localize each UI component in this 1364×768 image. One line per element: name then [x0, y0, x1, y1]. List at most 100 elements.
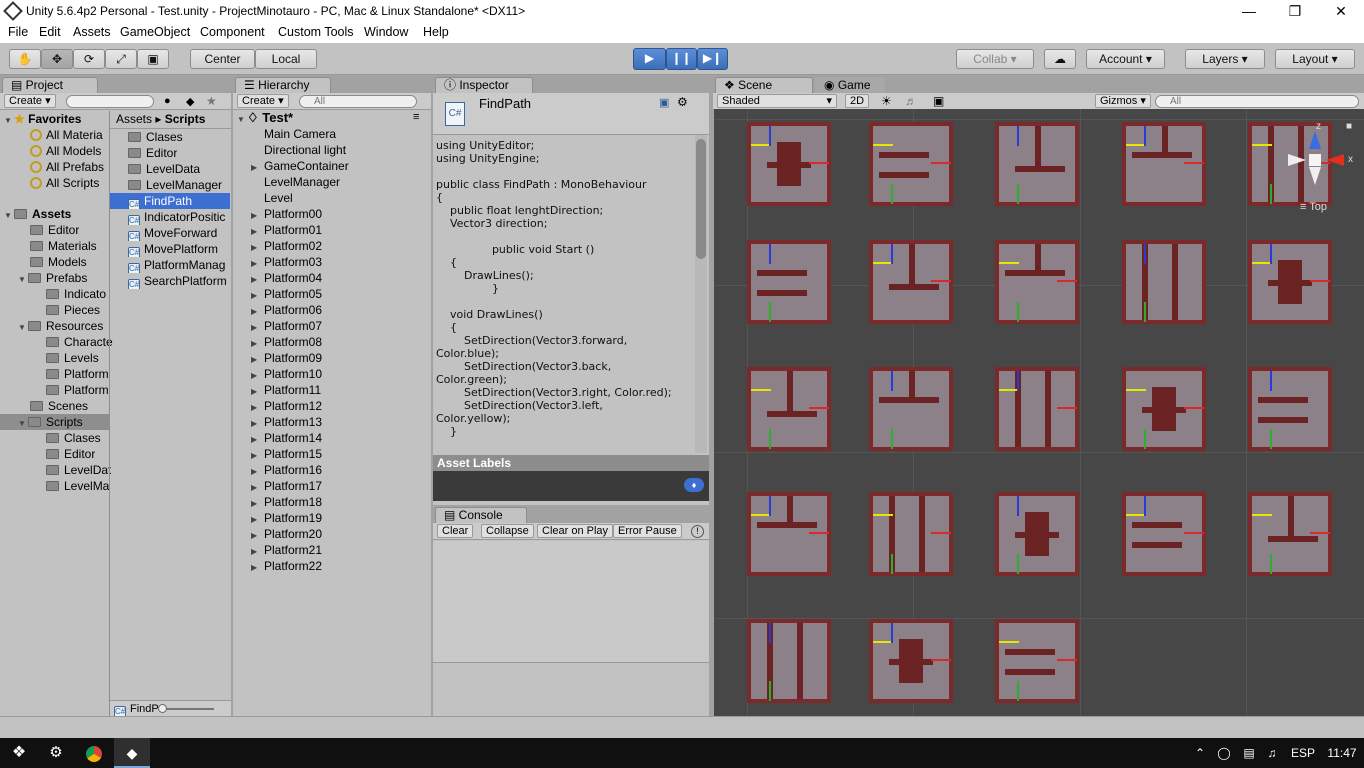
- breadcrumb-scripts[interactable]: Scripts: [165, 112, 206, 126]
- menu-assets[interactable]: Assets: [73, 25, 111, 39]
- expand-arrow-icon[interactable]: ▶: [251, 400, 264, 414]
- file-item[interactable]: C# MoveForward: [128, 225, 231, 241]
- menu-custom-tools[interactable]: Custom Tools: [278, 25, 354, 39]
- minimize-button[interactable]: —: [1226, 0, 1272, 23]
- tree-folder[interactable]: Scenes: [30, 398, 88, 414]
- hierarchy-item[interactable]: ▶ Platform21: [251, 542, 322, 558]
- code-scrollbar-thumb[interactable]: [696, 139, 706, 259]
- tree-folder[interactable]: Platform: [46, 382, 109, 398]
- step-button[interactable]: ▶❙: [697, 48, 728, 70]
- hierarchy-item[interactable]: ▶ Platform01: [251, 222, 322, 238]
- filter-label-icon[interactable]: ◆: [186, 95, 194, 108]
- hierarchy-item[interactable]: ▶ Platform05: [251, 286, 322, 302]
- expand-arrow-icon[interactable]: ▶: [251, 464, 264, 478]
- file-item[interactable]: C# IndicatorPositic: [128, 209, 231, 225]
- favorite-item[interactable]: All Scripts: [30, 175, 99, 191]
- tree-folder[interactable]: Materials: [30, 238, 97, 254]
- breadcrumb-assets[interactable]: Assets: [116, 112, 152, 126]
- axis-neg-z-cone[interactable]: [1309, 167, 1321, 185]
- tree-folder[interactable]: ▼ Resources: [18, 318, 103, 334]
- project-search-input[interactable]: [66, 95, 154, 108]
- play-button[interactable]: ▶: [633, 48, 666, 70]
- scene-root[interactable]: ▼ ♢ Test*: [237, 110, 293, 126]
- menu-edit[interactable]: Edit: [39, 25, 61, 39]
- file-item[interactable]: C# MovePlatform: [128, 241, 231, 257]
- hierarchy-item[interactable]: ▶ Platform15: [251, 446, 322, 462]
- tree-folder[interactable]: Platform: [46, 366, 109, 382]
- expand-arrow-icon[interactable]: ▶: [251, 384, 264, 398]
- hierarchy-item[interactable]: ▶ Platform03: [251, 254, 322, 270]
- expand-arrow-icon[interactable]: ▶: [251, 208, 264, 222]
- expand-arrow-icon[interactable]: ▶: [251, 272, 264, 286]
- file-item[interactable]: LevelManager: [128, 177, 222, 193]
- maze-tile[interactable]: [747, 240, 831, 324]
- scene-view[interactable]: ■ z x ≡ Top: [714, 109, 1364, 716]
- tree-folder[interactable]: Editor: [30, 222, 79, 238]
- restore-button[interactable]: ❐: [1272, 0, 1318, 23]
- tree-folder[interactable]: Clases: [46, 430, 101, 446]
- expand-arrow-icon[interactable]: ▶: [251, 160, 264, 174]
- hierarchy-item[interactable]: ▶ Platform00: [251, 206, 322, 222]
- maze-tile[interactable]: [995, 367, 1079, 451]
- hierarchy-item[interactable]: Level: [264, 190, 293, 206]
- zoom-slider-thumb[interactable]: [158, 704, 167, 713]
- maze-tile[interactable]: [1248, 240, 1332, 324]
- maze-tile[interactable]: [869, 122, 953, 206]
- tab-scene[interactable]: ❖ Scene: [715, 77, 813, 93]
- expand-arrow-icon[interactable]: ▶: [251, 352, 264, 366]
- tree-folder[interactable]: LevelMa: [46, 478, 109, 494]
- account-dropdown[interactable]: Account ▾: [1086, 49, 1165, 69]
- hierarchy-item[interactable]: ▶ GameContainer: [251, 158, 349, 174]
- hierarchy-item[interactable]: ▶ Platform09: [251, 350, 322, 366]
- maze-tile[interactable]: [869, 240, 953, 324]
- rotate-tool-button[interactable]: ⟳: [73, 49, 105, 69]
- tag-icon[interactable]: ♦: [684, 478, 704, 492]
- expand-arrow-icon[interactable]: ▶: [251, 480, 264, 494]
- expand-arrow-icon[interactable]: ▶: [251, 448, 264, 462]
- file-item[interactable]: C# PlatformManag: [128, 257, 231, 273]
- favorite-star-icon[interactable]: ★: [206, 94, 217, 108]
- settings-gear-icon[interactable]: ⚙: [677, 95, 688, 109]
- filter-type-icon[interactable]: ●: [164, 95, 171, 107]
- hierarchy-item[interactable]: Directional light: [264, 142, 346, 158]
- tree-folder[interactable]: Models: [30, 254, 87, 270]
- settings-gear-icon[interactable]: ⚙: [40, 738, 72, 768]
- hierarchy-item[interactable]: Main Camera: [264, 126, 336, 142]
- pivot-local-button[interactable]: Local: [255, 49, 317, 69]
- expand-arrow-icon[interactable]: ▶: [251, 336, 264, 350]
- gizmos-dropdown[interactable]: Gizmos ▾: [1095, 94, 1151, 108]
- maze-tile[interactable]: [1248, 492, 1332, 576]
- 2d-toggle[interactable]: 2D: [845, 94, 870, 108]
- maze-tile[interactable]: [1122, 240, 1206, 324]
- maze-tile[interactable]: [995, 492, 1079, 576]
- maze-tile[interactable]: [869, 367, 953, 451]
- gizmo-center-cube[interactable]: [1309, 154, 1321, 166]
- hierarchy-item[interactable]: LevelManager: [264, 174, 340, 190]
- hierarchy-item[interactable]: ▶ Platform14: [251, 430, 322, 446]
- tab-console[interactable]: ▤ Console: [435, 507, 527, 523]
- maze-tile[interactable]: [747, 367, 831, 451]
- layers-dropdown[interactable]: Layers ▾: [1185, 49, 1265, 69]
- layout-dropdown[interactable]: Layout ▾: [1275, 49, 1355, 69]
- expand-arrow-icon[interactable]: ▶: [251, 288, 264, 302]
- tab-project[interactable]: ▤ Project: [2, 77, 98, 93]
- maze-tile[interactable]: [1122, 492, 1206, 576]
- menu-gameobject[interactable]: GameObject: [120, 25, 190, 39]
- maze-tile[interactable]: [869, 492, 953, 576]
- hierarchy-item[interactable]: ▶ Platform13: [251, 414, 322, 430]
- start-windows-icon[interactable]: ❖: [0, 738, 38, 768]
- file-item[interactable]: Clases: [128, 129, 183, 145]
- expand-arrow-icon[interactable]: ▶: [251, 416, 264, 430]
- hierarchy-item[interactable]: ▶ Platform22: [251, 558, 322, 574]
- warning-icon[interactable]: !: [691, 525, 704, 538]
- scene-menu-icon[interactable]: ≡: [413, 111, 419, 123]
- menu-component[interactable]: Component: [200, 25, 265, 39]
- tree-folder[interactable]: Characte: [46, 334, 113, 350]
- expand-arrow-icon[interactable]: ▶: [251, 432, 264, 446]
- cloud-button[interactable]: ☁: [1044, 49, 1076, 69]
- expand-arrow-icon[interactable]: ▶: [251, 320, 264, 334]
- file-item[interactable]: Editor: [128, 145, 177, 161]
- rect-tool-button[interactable]: ▣: [137, 49, 169, 69]
- maze-tile[interactable]: [1248, 367, 1332, 451]
- assets-header[interactable]: ▼ Assets: [4, 206, 71, 222]
